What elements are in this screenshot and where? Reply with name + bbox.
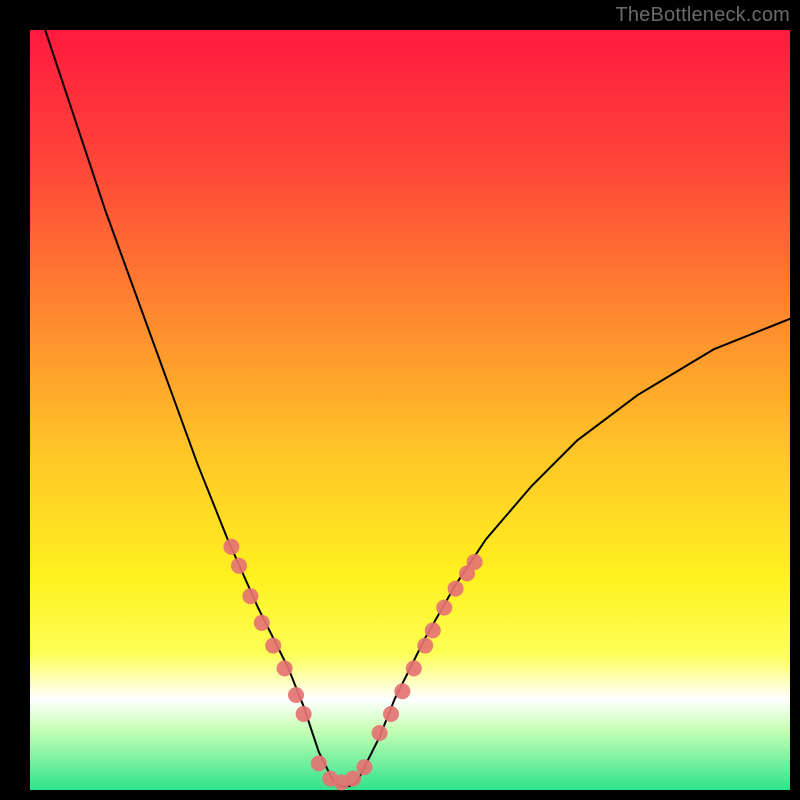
marker-point (242, 588, 258, 604)
marker-point (448, 581, 464, 597)
marker-point (406, 660, 422, 676)
marker-point (417, 638, 433, 654)
marker-point (288, 687, 304, 703)
marker-point (277, 660, 293, 676)
watermark-text: TheBottleneck.com (615, 4, 790, 27)
marker-point (345, 771, 361, 787)
marker-point (383, 706, 399, 722)
marker-point (372, 725, 388, 741)
marker-point (254, 615, 270, 631)
chart-stage: TheBottleneck.com (0, 0, 800, 800)
marker-point (231, 558, 247, 574)
marker-point (394, 683, 410, 699)
marker-point (436, 600, 452, 616)
marker-point (311, 755, 327, 771)
plot-background (30, 30, 790, 790)
marker-point (356, 759, 372, 775)
marker-point (467, 554, 483, 570)
marker-point (223, 539, 239, 555)
marker-point (425, 622, 441, 638)
bottleneck-plot (0, 0, 800, 800)
marker-point (265, 638, 281, 654)
marker-point (296, 706, 312, 722)
